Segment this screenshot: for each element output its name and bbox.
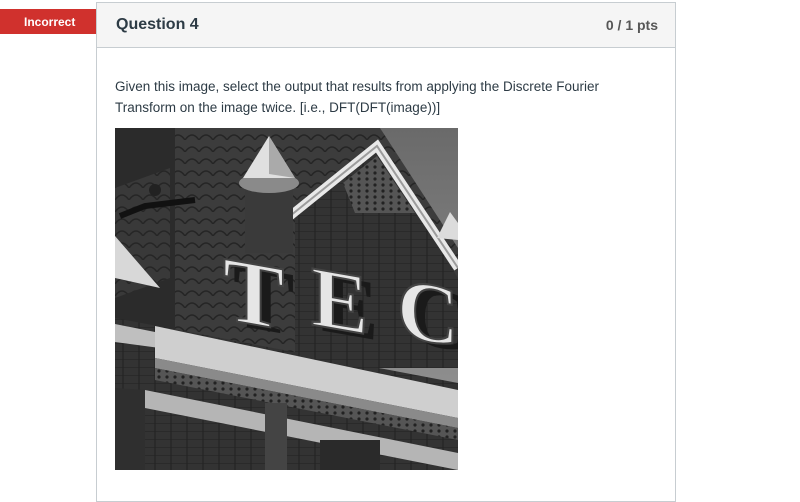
svg-text:T: T	[223, 238, 284, 351]
question-score: 0 / 1 pts	[605, 17, 658, 33]
question-image: T T E E C C	[115, 128, 458, 470]
svg-text:E: E	[311, 248, 368, 353]
svg-text:C: C	[397, 259, 458, 365]
question-header: Question 4 0 / 1 pts	[97, 3, 675, 48]
building-photo: T T E E C C	[115, 128, 458, 470]
question-text: Given this image, select the output that…	[115, 79, 599, 115]
incorrect-badge: Incorrect	[0, 9, 97, 34]
incorrect-badge-label: Incorrect	[24, 14, 76, 29]
question-title: Question 4	[116, 16, 199, 33]
question-card: Question 4 0 / 1 pts Given this image, s…	[96, 2, 676, 502]
